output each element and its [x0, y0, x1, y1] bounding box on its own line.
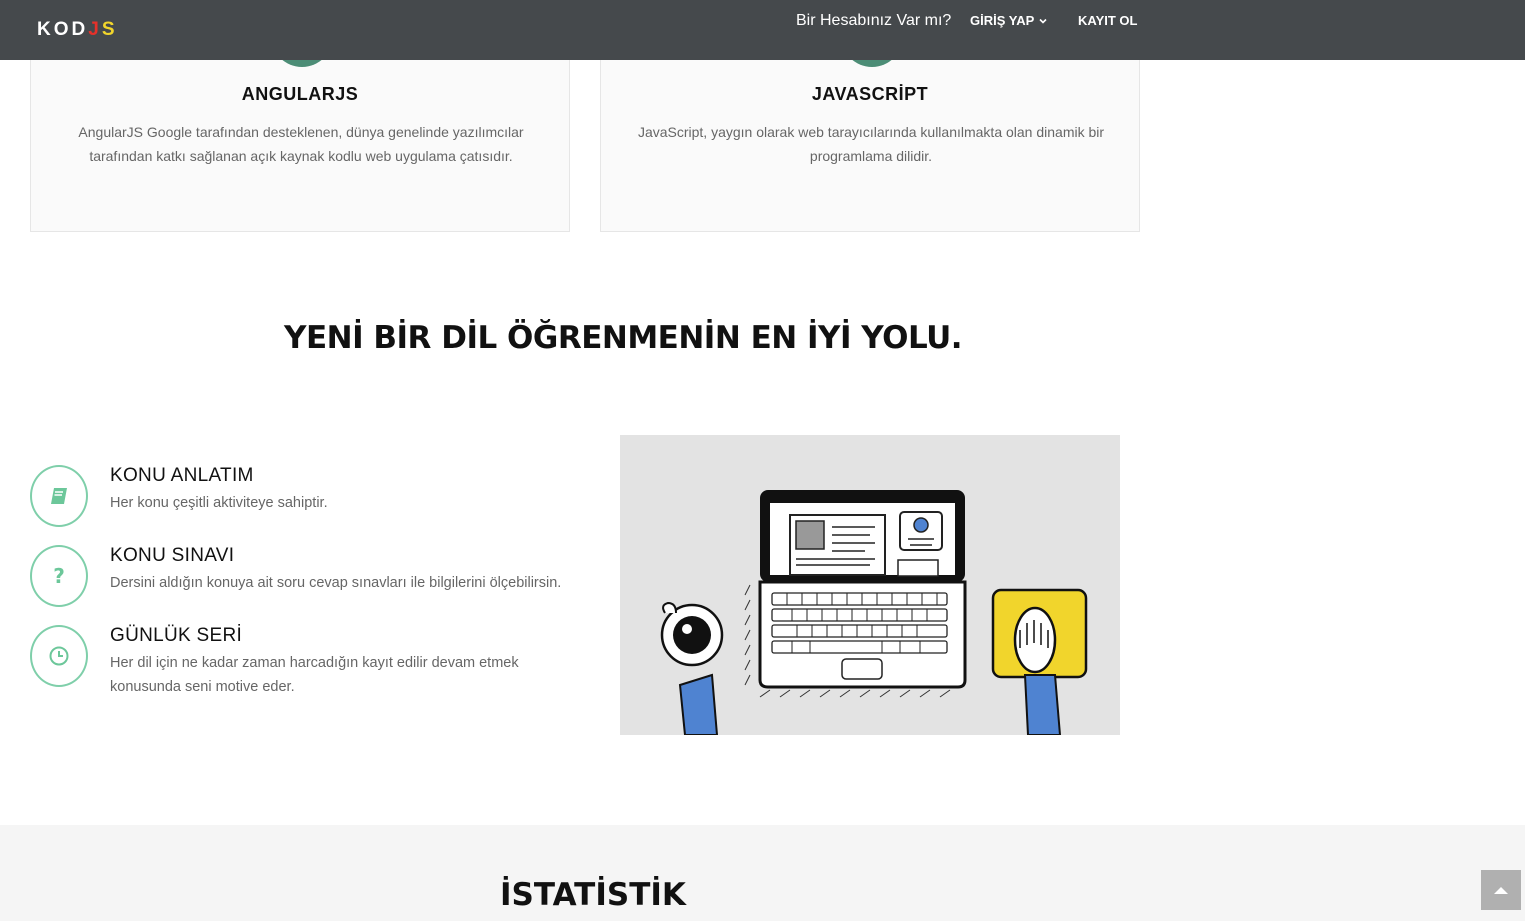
chevron-up-icon	[1494, 887, 1508, 894]
site-logo[interactable]: KODJS	[37, 19, 118, 41]
account-question: Bir Hesabınız Var mı?	[796, 12, 952, 29]
clock-icon	[30, 625, 88, 687]
section-title: YENİ BİR DİL ÖĞRENMENİN EN İYİ YOLU.	[284, 320, 963, 356]
login-label: GİRİŞ YAP	[970, 13, 1035, 28]
navbar: KODJS Bir Hesabınız Var mı? GİRİŞ YAP KA…	[0, 0, 1525, 60]
card-description: JavaScript, yaygın olarak web tarayıcıla…	[637, 124, 1105, 164]
question-icon: ?	[30, 545, 88, 607]
card-title: ANGULARJS	[241, 84, 359, 104]
feature-title: GÜNLÜK SERİ	[110, 625, 243, 646]
feature-description: Her dil için ne kadar zaman harcadığın k…	[110, 655, 519, 695]
feature-title: KONU ANLATIM	[110, 465, 254, 486]
back-to-top-button[interactable]	[1481, 870, 1521, 910]
logo-text-kod: KOD	[37, 19, 89, 40]
register-link[interactable]: KAYIT OL	[1078, 13, 1137, 29]
book-icon	[30, 465, 88, 527]
logo-text-s: S	[101, 19, 118, 40]
feature-title: KONU SINAVI	[110, 545, 235, 566]
chevron-down-icon	[1039, 18, 1047, 24]
card-title: JAVASCRİPT	[811, 84, 929, 104]
logo-text-j: J	[88, 19, 102, 40]
laptop-illustration	[620, 435, 1120, 735]
login-dropdown[interactable]: GİRİŞ YAP	[970, 13, 1048, 29]
card-description: AngularJS Google tarafından desteklenen,…	[78, 124, 524, 164]
feature-description: Dersini aldığın konuya ait soru cevap sı…	[110, 575, 562, 591]
stats-title: İSTATİSTİK	[500, 877, 686, 913]
stats-section	[0, 825, 1525, 921]
feature-description: Her konu çeşitli aktiviteye sahiptir.	[110, 495, 328, 511]
